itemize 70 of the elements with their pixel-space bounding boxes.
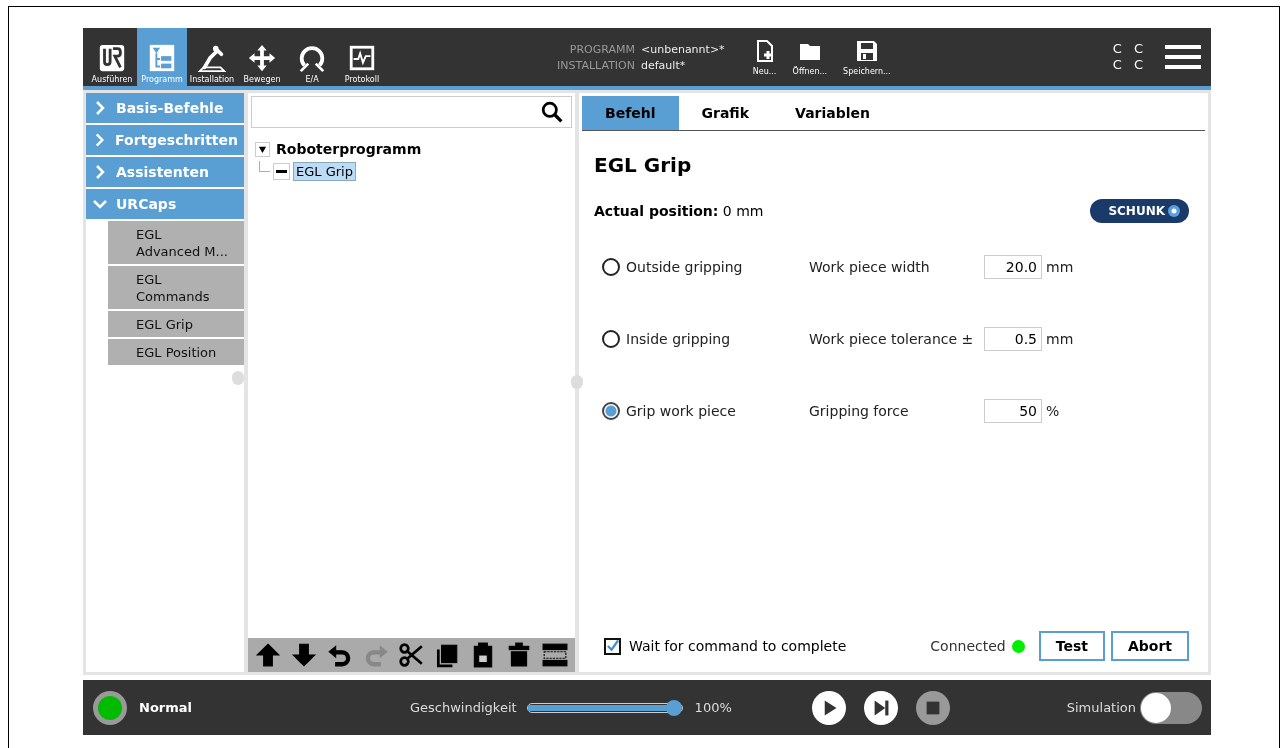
- simulation-toggle[interactable]: [1140, 691, 1202, 724]
- program-tree-icon: [147, 43, 177, 73]
- urcap-item[interactable]: EGL Advanced M...: [108, 221, 244, 264]
- status-letter: C: [1133, 57, 1143, 73]
- search-icon[interactable]: [541, 101, 563, 123]
- tree-node[interactable]: EGL Grip: [293, 161, 356, 181]
- connection-label: Connected: [930, 638, 1006, 654]
- io-circle-icon: [297, 43, 327, 73]
- unit-label: %: [1046, 403, 1060, 419]
- brand-logo: SCHUNK: [1090, 199, 1189, 223]
- checkbox-label: Wait for command to complete: [629, 638, 847, 654]
- urcap-item[interactable]: EGL Grip: [108, 311, 244, 337]
- speed-label: Geschwindigkeit: [410, 700, 517, 715]
- nav-tab[interactable]: Ausführen: [87, 28, 137, 86]
- node-minus-icon: [273, 162, 290, 180]
- unit-label: mm: [1046, 331, 1074, 347]
- file-button[interactable]: Öffnen...: [786, 28, 834, 86]
- down-arrow-icon[interactable]: [290, 642, 317, 668]
- collapse-handle[interactable]: [232, 371, 244, 385]
- robot-arm-icon: [197, 43, 227, 73]
- number-field[interactable]: 0.5: [984, 327, 1042, 351]
- step-icon[interactable]: [863, 690, 898, 725]
- search-field[interactable]: [251, 96, 572, 128]
- play-icon[interactable]: [811, 690, 846, 725]
- info-label: PROGRAMM: [568, 42, 635, 56]
- status-letter: C: [1133, 41, 1143, 57]
- info-value: default*: [641, 58, 686, 72]
- radio-label: Inside gripping: [626, 331, 731, 347]
- save-icon: [854, 38, 879, 64]
- checkbox[interactable]: [604, 637, 621, 655]
- waveform-icon: [347, 43, 377, 73]
- field-label: Gripping force: [809, 403, 910, 419]
- action-button[interactable]: Test: [1038, 631, 1105, 661]
- expand-handle[interactable]: [571, 375, 583, 389]
- urcap-item[interactable]: EGL Position: [108, 339, 244, 365]
- unit-label: mm: [1046, 259, 1074, 275]
- field-label: Work piece tolerance ±: [809, 331, 975, 347]
- nav-tab[interactable]: Bewegen: [237, 28, 287, 86]
- number-field[interactable]: 20.0: [984, 255, 1042, 279]
- field-label: Work piece width: [809, 259, 931, 275]
- radio-label: Outside gripping: [626, 259, 743, 275]
- radio-button[interactable]: [602, 402, 620, 420]
- info-label: INSTALLATION: [556, 58, 635, 72]
- tree-root[interactable]: Roboterprogramm: [276, 141, 422, 157]
- speed-reading: 100%: [694, 700, 732, 715]
- radio-label: Grip work piece: [626, 403, 736, 419]
- command-title: EGL Grip: [594, 153, 693, 177]
- menu-icon[interactable]: [1165, 43, 1201, 71]
- info-value: <unbenannt>*: [641, 42, 725, 56]
- robot-logo-icon: [97, 43, 127, 73]
- number-field[interactable]: 50: [984, 399, 1042, 423]
- robot-status: Normal: [139, 700, 192, 715]
- scissors-icon[interactable]: [398, 642, 425, 668]
- radio-button[interactable]: [602, 258, 620, 276]
- suppress-icon[interactable]: [541, 642, 568, 668]
- nav-tab[interactable]: Installation: [187, 28, 237, 86]
- status-letter: C: [1112, 57, 1122, 73]
- move-arrows-icon: [247, 43, 277, 73]
- radio-button[interactable]: [602, 330, 620, 348]
- status-letter: C: [1112, 41, 1122, 57]
- file-button[interactable]: Speichern...: [837, 28, 897, 86]
- urcap-item[interactable]: EGL Commands: [108, 266, 244, 309]
- file-button[interactable]: Neu...: [746, 28, 783, 86]
- nav-tab[interactable]: E/A: [287, 28, 337, 86]
- tab[interactable]: Befehl: [582, 96, 679, 130]
- simulation-label: Simulation: [1066, 700, 1136, 715]
- position-readout: Actual position: 0 mm: [594, 203, 764, 219]
- up-arrow-icon[interactable]: [254, 642, 281, 668]
- action-button[interactable]: Abort: [1110, 631, 1189, 661]
- nav-tab[interactable]: Protokoll: [337, 28, 387, 86]
